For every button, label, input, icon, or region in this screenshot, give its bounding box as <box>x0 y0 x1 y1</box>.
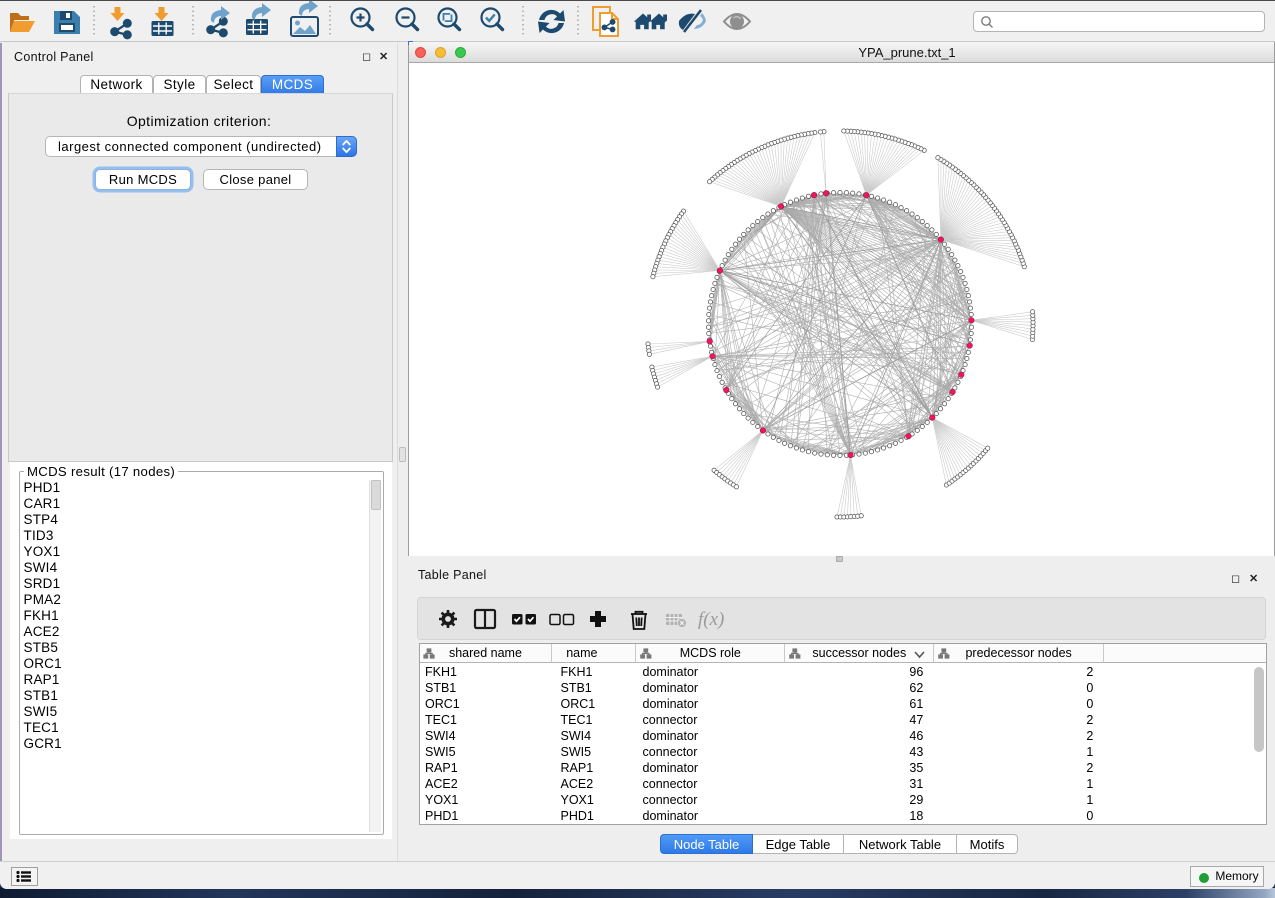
svg-text:f(x): f(x) <box>698 609 724 630</box>
